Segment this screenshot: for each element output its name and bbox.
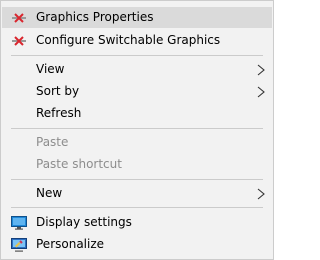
menu-separator	[11, 207, 263, 208]
menu-item-label: Personalize	[36, 237, 105, 251]
menu-item-configure-switchable-graphics[interactable]: Configure Switchable Graphics	[2, 30, 272, 51]
menu-item-sort-by[interactable]: Sort by	[2, 81, 272, 102]
desktop-context-menu: Graphics Properties Configure Switchable…	[0, 0, 274, 260]
menu-item-label: Graphics Properties	[36, 10, 154, 24]
menu-item-view[interactable]: View	[2, 59, 272, 80]
chevron-right-icon	[257, 188, 265, 200]
menu-separator	[11, 55, 263, 56]
menu-item-label: Configure Switchable Graphics	[36, 33, 221, 47]
menu-item-personalize[interactable]: Personalize	[2, 234, 272, 255]
personalize-icon	[11, 237, 27, 252]
menu-item-label: Paste shortcut	[36, 157, 122, 171]
menu-item-new[interactable]: New	[2, 183, 272, 204]
menu-item-paste[interactable]: Paste	[2, 132, 272, 153]
intel-graphics-icon	[11, 10, 27, 25]
menu-item-label: View	[36, 62, 65, 76]
menu-item-label: Display settings	[36, 215, 132, 229]
menu-item-label: Sort by	[36, 84, 80, 98]
menu-separator	[11, 128, 263, 129]
chevron-right-icon	[257, 64, 265, 76]
display-settings-icon	[11, 215, 27, 230]
menu-item-label: Paste	[36, 135, 69, 149]
menu-item-paste-shortcut[interactable]: Paste shortcut	[2, 154, 272, 175]
menu-item-label: Refresh	[36, 106, 82, 120]
menu-item-graphics-properties[interactable]: Graphics Properties	[2, 7, 272, 28]
chevron-right-icon	[257, 86, 265, 98]
menu-separator	[11, 179, 263, 180]
menu-item-label: New	[36, 186, 63, 200]
intel-graphics-icon	[11, 33, 27, 48]
menu-item-display-settings[interactable]: Display settings	[2, 212, 272, 233]
menu-item-refresh[interactable]: Refresh	[2, 103, 272, 124]
